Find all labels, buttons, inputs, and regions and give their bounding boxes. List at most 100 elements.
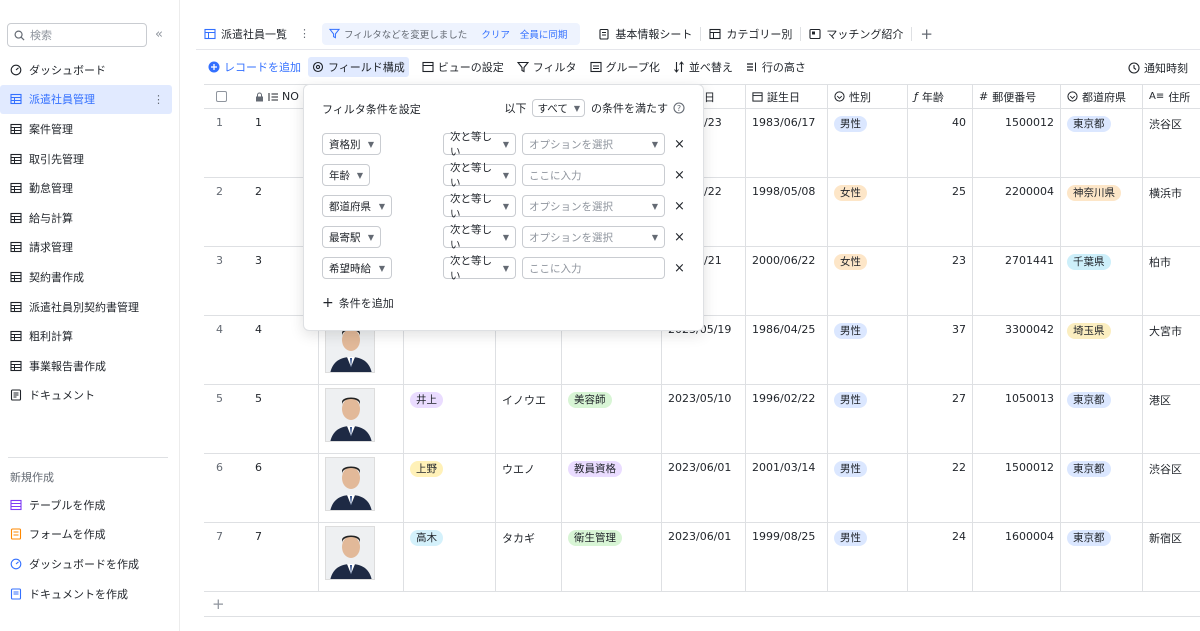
cell-age[interactable]: 25 (908, 178, 973, 246)
field-config-button[interactable]: フィールド構成 (308, 57, 409, 77)
sidebar-item-dispatch-staff[interactable]: 派遣社員管理 ⋮ (0, 84, 172, 115)
column-header-birthday[interactable]: 誕生日 (746, 85, 828, 108)
filter-value-select[interactable]: オプションを選択 ▼ (522, 133, 665, 155)
tab-more-icon[interactable]: ⋮ (299, 27, 310, 40)
cell-qualification[interactable]: 美容師 (562, 385, 662, 453)
create-document-button[interactable]: ドキュメントを作成 (0, 579, 180, 609)
cell-gender[interactable]: 男性 (828, 109, 908, 177)
cell-zip[interactable]: 1600004 (973, 523, 1061, 591)
group-button[interactable]: グループ化 (590, 59, 660, 75)
filter-field-select[interactable]: 資格別 ▼ (322, 133, 381, 155)
view-settings-button[interactable]: ビューの設定 (422, 59, 504, 75)
cell-age[interactable]: 22 (908, 454, 973, 522)
cell-address[interactable]: 港区 (1143, 385, 1200, 453)
cell-address[interactable]: 渋谷区 (1143, 109, 1200, 177)
cell-age[interactable]: 27 (908, 385, 973, 453)
cell-birthday[interactable]: 2000/06/22 (746, 247, 828, 315)
tab-matching[interactable]: マッチング紹介 (801, 22, 911, 46)
sidebar-item-staff-contracts[interactable]: 派遣社員別契約書管理 (0, 292, 180, 322)
table-row[interactable]: 6 6 上野 ウエノ 教員資格 2023/06/01 2001/03/14 男性 22 15000… (204, 454, 1200, 523)
sidebar-item-documents[interactable]: ドキュメント (0, 381, 180, 411)
cell-address[interactable]: 大宮市 (1143, 316, 1200, 384)
search-input[interactable]: 検索 (7, 23, 147, 47)
cell-kana[interactable]: タカギ (496, 523, 562, 591)
filter-value-select[interactable]: オプションを選択 ▼ (522, 226, 665, 248)
cell-address[interactable]: 渋谷区 (1143, 454, 1200, 522)
remove-condition-icon[interactable]: × (674, 230, 685, 245)
sidebar-item-gross-profit[interactable]: 粗利計算 (0, 321, 180, 351)
column-header-age[interactable]: ƒ 年齢 (908, 85, 973, 108)
filter-value-input[interactable]: ここに入力 (522, 257, 665, 279)
cell-photo[interactable] (319, 454, 404, 522)
cell-zip[interactable]: 3300042 (973, 316, 1061, 384)
filter-operator-select[interactable]: 次と等しい ▼ (443, 255, 516, 282)
cell-name[interactable]: 高木 (404, 523, 496, 591)
filter-operator-select[interactable]: 次と等しい ▼ (443, 162, 516, 189)
cell-gender[interactable]: 男性 (828, 523, 908, 591)
cell-prefecture[interactable]: 神奈川県 (1061, 178, 1143, 246)
cell-qualification[interactable]: 衛生管理 (562, 523, 662, 591)
collapse-sidebar-icon[interactable]: « (155, 27, 163, 42)
cell-gender[interactable]: 男性 (828, 385, 908, 453)
filter-button[interactable]: フィルタ (516, 59, 577, 75)
tab-category[interactable]: カテゴリー別 (701, 22, 800, 46)
table-row[interactable]: 7 7 高木 タカギ 衛生管理 2023/06/01 1999/08/25 男性 24 16000… (204, 523, 1200, 592)
filter-field-select[interactable]: 最寄駅 ▼ (322, 226, 381, 248)
column-header-prefecture[interactable]: 都道府県 (1061, 85, 1143, 108)
remove-condition-icon[interactable]: × (674, 199, 685, 214)
row-height-button[interactable]: 行の高さ (746, 59, 806, 75)
cell-birthday[interactable]: 1999/08/25 (746, 523, 828, 591)
add-view-button[interactable]: + (912, 22, 941, 46)
add-row-button[interactable]: + (204, 592, 1200, 617)
cell-age[interactable]: 23 (908, 247, 973, 315)
cell-birthday[interactable]: 1998/05/08 (746, 178, 828, 246)
cell-date[interactable]: 2023/05/10 (662, 385, 746, 453)
cell-prefecture[interactable]: 千葉県 (1061, 247, 1143, 315)
clear-button[interactable]: クリア (481, 27, 510, 41)
create-form-button[interactable]: フォームを作成 (0, 520, 180, 550)
notify-time-button[interactable]: 通知時刻 (1128, 60, 1188, 76)
cell-qualification[interactable]: 教員資格 (562, 454, 662, 522)
cell-prefecture[interactable]: 東京都 (1061, 454, 1143, 522)
cell-photo[interactable] (319, 523, 404, 591)
cell-address[interactable]: 新宿区 (1143, 523, 1200, 591)
sidebar-item-billing[interactable]: 請求管理 (0, 233, 180, 263)
cell-birthday[interactable]: 1983/06/17 (746, 109, 828, 177)
sync-all-button[interactable]: 全員に同期 (520, 27, 568, 41)
cell-zip[interactable]: 2200004 (973, 178, 1061, 246)
cell-birthday[interactable]: 1996/02/22 (746, 385, 828, 453)
cell-no[interactable]: 7 (249, 523, 319, 591)
filter-value-select[interactable]: オプションを選択 ▼ (522, 195, 665, 217)
table-row[interactable]: 5 5 井上 イノウエ 美容師 2023/05/10 1996/02/22 男性 27 10500… (204, 385, 1200, 454)
sidebar-item-clients[interactable]: 取引先管理 (0, 144, 180, 174)
sidebar-item-business-report[interactable]: 事業報告書作成 (0, 351, 180, 381)
create-dashboard-button[interactable]: ダッシュボードを作成 (0, 549, 180, 579)
sidebar-item-contract-creation[interactable]: 契約書作成 (0, 262, 180, 292)
add-record-button[interactable]: レコードを追加 (208, 59, 301, 75)
add-condition-button[interactable]: + 条件を追加 (322, 295, 394, 311)
cell-address[interactable]: 横浜市 (1143, 178, 1200, 246)
cell-gender[interactable]: 女性 (828, 178, 908, 246)
cell-zip[interactable]: 1500012 (973, 109, 1061, 177)
cell-no[interactable]: 6 (249, 454, 319, 522)
cell-prefecture[interactable]: 東京都 (1061, 109, 1143, 177)
cell-kana[interactable]: イノウエ (496, 385, 562, 453)
cell-date[interactable]: 2023/06/01 (662, 523, 746, 591)
tab-basic-info[interactable]: 基本情報シート (590, 22, 700, 46)
sidebar-item-projects[interactable]: 案件管理 (0, 114, 180, 144)
remove-condition-icon[interactable]: × (674, 168, 685, 183)
filter-field-select[interactable]: 希望時給 ▼ (322, 257, 392, 279)
cell-address[interactable]: 柏市 (1143, 247, 1200, 315)
filter-operator-select[interactable]: 次と等しい ▼ (443, 224, 516, 251)
cell-prefecture[interactable]: 東京都 (1061, 523, 1143, 591)
cell-birthday[interactable]: 2001/03/14 (746, 454, 828, 522)
column-header-zip[interactable]: # 郵便番号 (973, 85, 1061, 108)
cell-birthday[interactable]: 1986/04/25 (746, 316, 828, 384)
column-header-address[interactable]: A≡ 住所 (1143, 85, 1200, 108)
filter-field-select[interactable]: 都道府県 ▼ (322, 195, 392, 217)
cell-gender[interactable]: 女性 (828, 247, 908, 315)
cell-gender[interactable]: 男性 (828, 454, 908, 522)
filter-operator-select[interactable]: 次と等しい ▼ (443, 131, 516, 158)
filter-operator-select[interactable]: 次と等しい ▼ (443, 193, 516, 220)
cell-age[interactable]: 37 (908, 316, 973, 384)
